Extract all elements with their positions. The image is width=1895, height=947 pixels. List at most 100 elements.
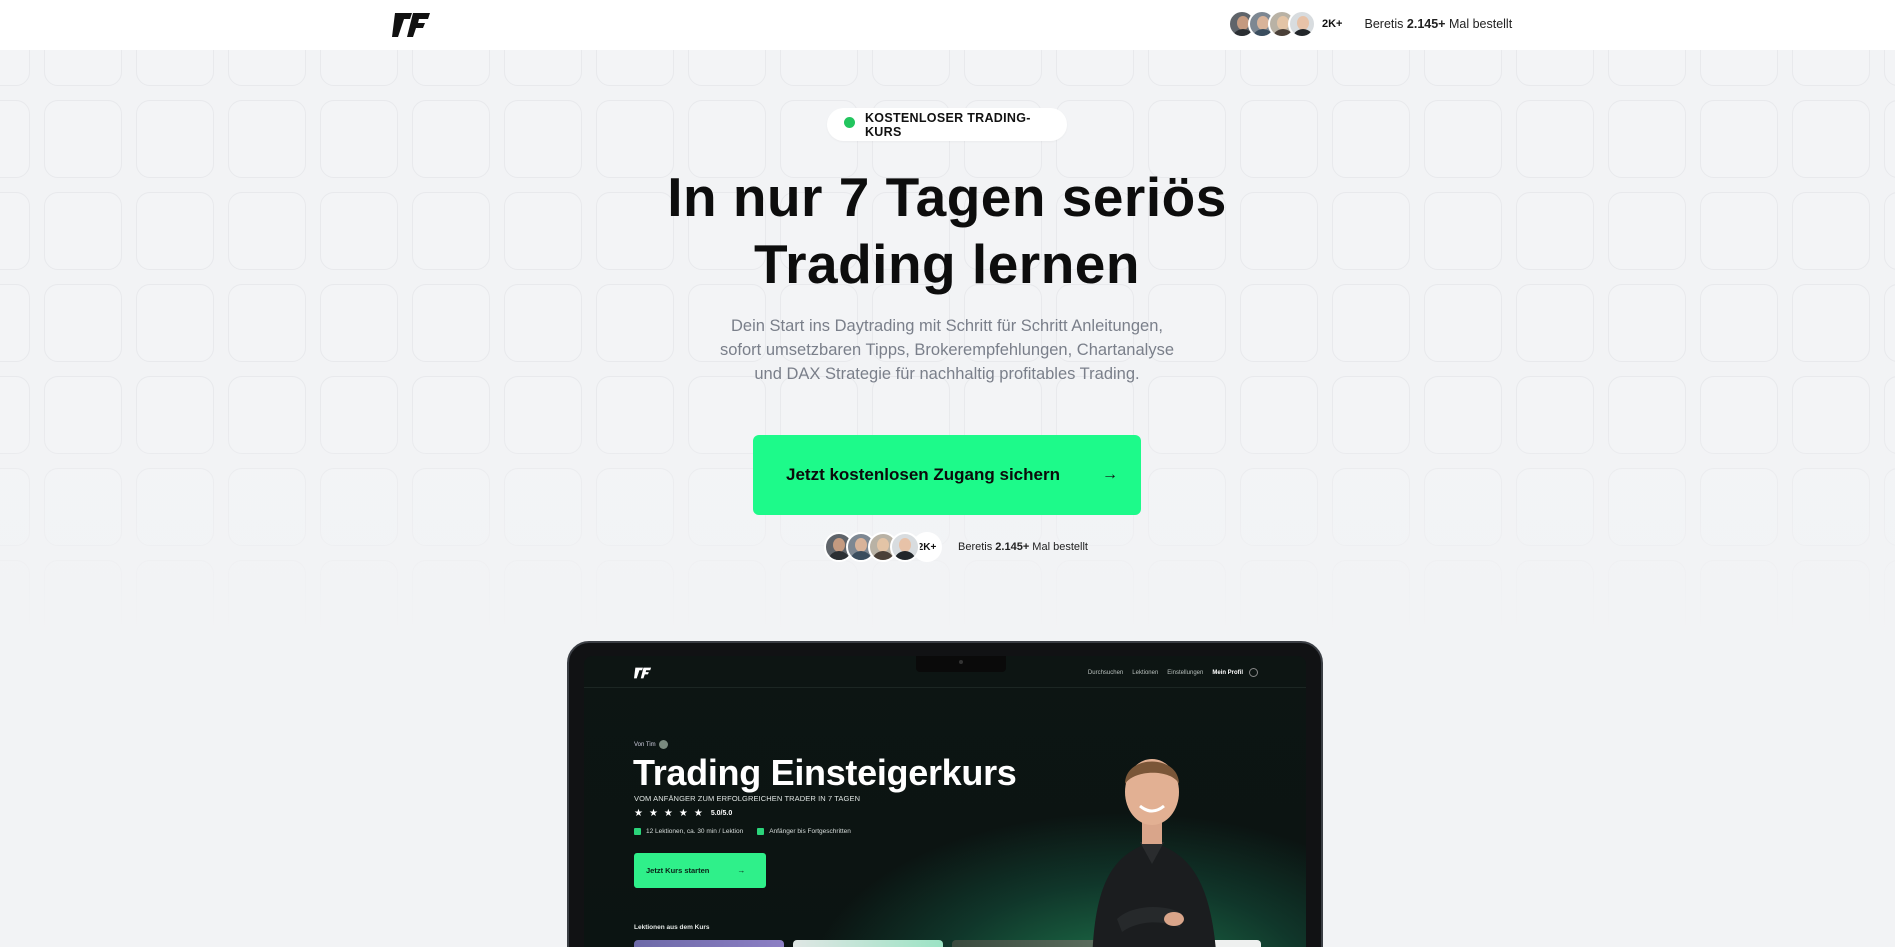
background-tile	[780, 50, 858, 86]
social-proof-hero: 2K+ Beretis 2.145+ Mal bestellt	[824, 532, 1088, 562]
background-tile	[1608, 100, 1686, 178]
background-tile	[1792, 50, 1870, 86]
background-tile	[1700, 100, 1778, 178]
background-tile	[44, 192, 122, 270]
laptop-mockup: Durchsuchen Lektionen Einstellungen Mein…	[567, 641, 1323, 947]
background-tile	[596, 50, 674, 86]
background-tile	[1700, 192, 1778, 270]
background-tile	[1792, 284, 1870, 362]
background-tile	[1332, 50, 1410, 86]
background-tile	[1056, 50, 1134, 86]
author-avatar	[658, 740, 668, 749]
background-tile	[228, 284, 306, 362]
camera-icon	[959, 660, 963, 664]
background-tile	[412, 100, 490, 178]
background-tile	[0, 100, 30, 178]
presenter-image	[1092, 759, 1216, 947]
background-tile	[136, 284, 214, 362]
background-tile	[44, 50, 122, 86]
preview-nav-profile: Mein Profil	[1212, 669, 1243, 676]
background-tile	[136, 192, 214, 270]
background-tile	[1884, 50, 1895, 86]
lesson-thumbnail	[634, 940, 784, 947]
profile-icon	[1249, 668, 1258, 677]
ordered-count-text: Beretis 2.145+ Mal bestellt	[1364, 17, 1513, 31]
background-tile	[1424, 284, 1502, 362]
background-tile	[1792, 100, 1870, 178]
course-badge: KOSTENLOSER TRADING-KURS	[827, 108, 1067, 141]
arrow-right-icon: →	[737, 866, 746, 875]
meta-level: Anfänger bis Fortgeschritten	[769, 828, 851, 835]
hero-headline: In nur 7 Tagen seriös Trading lernen	[667, 166, 1227, 295]
preview-nav: Durchsuchen Lektionen Einstellungen Mein…	[1079, 668, 1258, 677]
background-tile	[1424, 100, 1502, 178]
star-icons: ★★★★★	[634, 808, 709, 819]
preview-author: Von Tim	[634, 740, 668, 749]
preview-rating: ★★★★★ 5.0/5.0	[634, 808, 732, 819]
cta-free-access-button[interactable]: Jetzt kostenlosen Zugang sichern →	[753, 435, 1141, 515]
background-tile	[1516, 100, 1594, 178]
tf-logo[interactable]	[392, 10, 432, 40]
background-tile	[136, 50, 214, 86]
background-tile	[1608, 50, 1686, 86]
background-tile	[1148, 50, 1226, 86]
background-tile	[1516, 50, 1594, 86]
preview-nav-browse: Durchsuchen	[1087, 669, 1124, 676]
avatar-stack	[824, 532, 920, 562]
course-preview-screen: Durchsuchen Lektionen Einstellungen Mein…	[584, 656, 1306, 947]
background-tile	[1516, 284, 1594, 362]
background-tile	[1516, 192, 1594, 270]
background-tile	[1884, 284, 1895, 362]
background-tile	[688, 50, 766, 86]
book-icon	[634, 828, 641, 835]
background-tile	[1608, 284, 1686, 362]
preview-start-button: Jetzt Kurs starten →	[634, 853, 766, 888]
ordered-count-text: Beretis 2.145+ Mal bestellt	[958, 541, 1088, 553]
background-tile	[44, 284, 122, 362]
background-tile	[1424, 50, 1502, 86]
background-tile	[872, 50, 950, 86]
live-dot-icon	[844, 117, 855, 128]
social-proof-header: 2K+ Beretis 2.145+ Mal bestellt	[1228, 9, 1512, 39]
background-tile	[44, 100, 122, 178]
avatar	[1288, 10, 1316, 38]
preview-course-title: Trading Einsteigerkurs	[633, 752, 1017, 793]
preview-lessons-heading: Lektionen aus dem Kurs	[634, 924, 710, 931]
background-tile	[1884, 100, 1895, 178]
background-tile	[412, 192, 490, 270]
background-tile	[504, 50, 582, 86]
background-tile	[228, 50, 306, 86]
check-icon	[757, 828, 765, 835]
background-tile	[228, 192, 306, 270]
preview-divider	[584, 687, 1306, 688]
background-tile	[964, 50, 1042, 86]
top-header: 2K+ Beretis 2.145+ Mal bestellt	[0, 0, 1895, 50]
background-tile	[1240, 50, 1318, 86]
background-tile	[0, 192, 30, 270]
preview-meta: 12 Lektionen, ca. 30 min / Lektion Anfän…	[634, 828, 851, 835]
background-tile	[412, 284, 490, 362]
avatar	[890, 532, 920, 562]
background-tile	[1424, 192, 1502, 270]
meta-lessons: 12 Lektionen, ca. 30 min / Lektion	[646, 828, 744, 835]
arrow-right-icon: →	[1101, 466, 1118, 483]
preview-course-subtitle: VOM ANFÄNGER ZUM ERFOLGREICHEN TRADER IN…	[634, 794, 861, 803]
avatar-stack	[1228, 10, 1316, 38]
tf-logo	[634, 667, 652, 679]
customer-count: 2K+	[1322, 18, 1343, 30]
background-tile	[1700, 50, 1778, 86]
background-tile	[228, 100, 306, 178]
preview-nav-settings: Einstellungen	[1167, 669, 1204, 676]
background-tile	[1792, 192, 1870, 270]
meta-level-wrap: Anfänger bis Fortgeschritten	[757, 828, 851, 835]
preview-nav-lessons: Lektionen	[1132, 669, 1159, 676]
background-tile	[320, 192, 398, 270]
background-tile	[136, 100, 214, 178]
background-tile	[412, 50, 490, 86]
rating-value: 5.0/5.0	[710, 810, 733, 817]
badge-label: KOSTENLOSER TRADING-KURS	[864, 110, 1031, 139]
background-tile	[320, 50, 398, 86]
lesson-thumbnail	[793, 940, 943, 947]
background-tile	[1884, 192, 1895, 270]
cta-label: Jetzt kostenlosen Zugang sichern	[786, 465, 1060, 484]
